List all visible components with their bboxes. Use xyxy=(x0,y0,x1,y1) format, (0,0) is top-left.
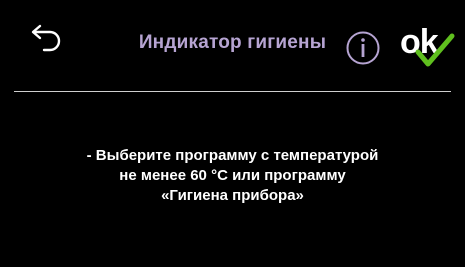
page-title: Индикатор гигиены xyxy=(138,32,327,53)
hygiene-indicator-screen: Индикатор гигиены ok - Выберите программ… xyxy=(0,0,465,267)
header-divider xyxy=(14,91,451,92)
ok-button[interactable]: ok xyxy=(400,22,456,72)
message-line: - Выберите программу с температурой xyxy=(86,147,379,164)
message-line: не менее 60 °C или программу xyxy=(119,167,346,184)
info-icon xyxy=(346,31,380,65)
info-button[interactable] xyxy=(345,30,381,66)
message-line: «Гигиена прибора» xyxy=(161,187,304,204)
checkmark-icon xyxy=(415,33,455,67)
instruction-message: - Выберите программу с температурой не м… xyxy=(0,146,465,206)
